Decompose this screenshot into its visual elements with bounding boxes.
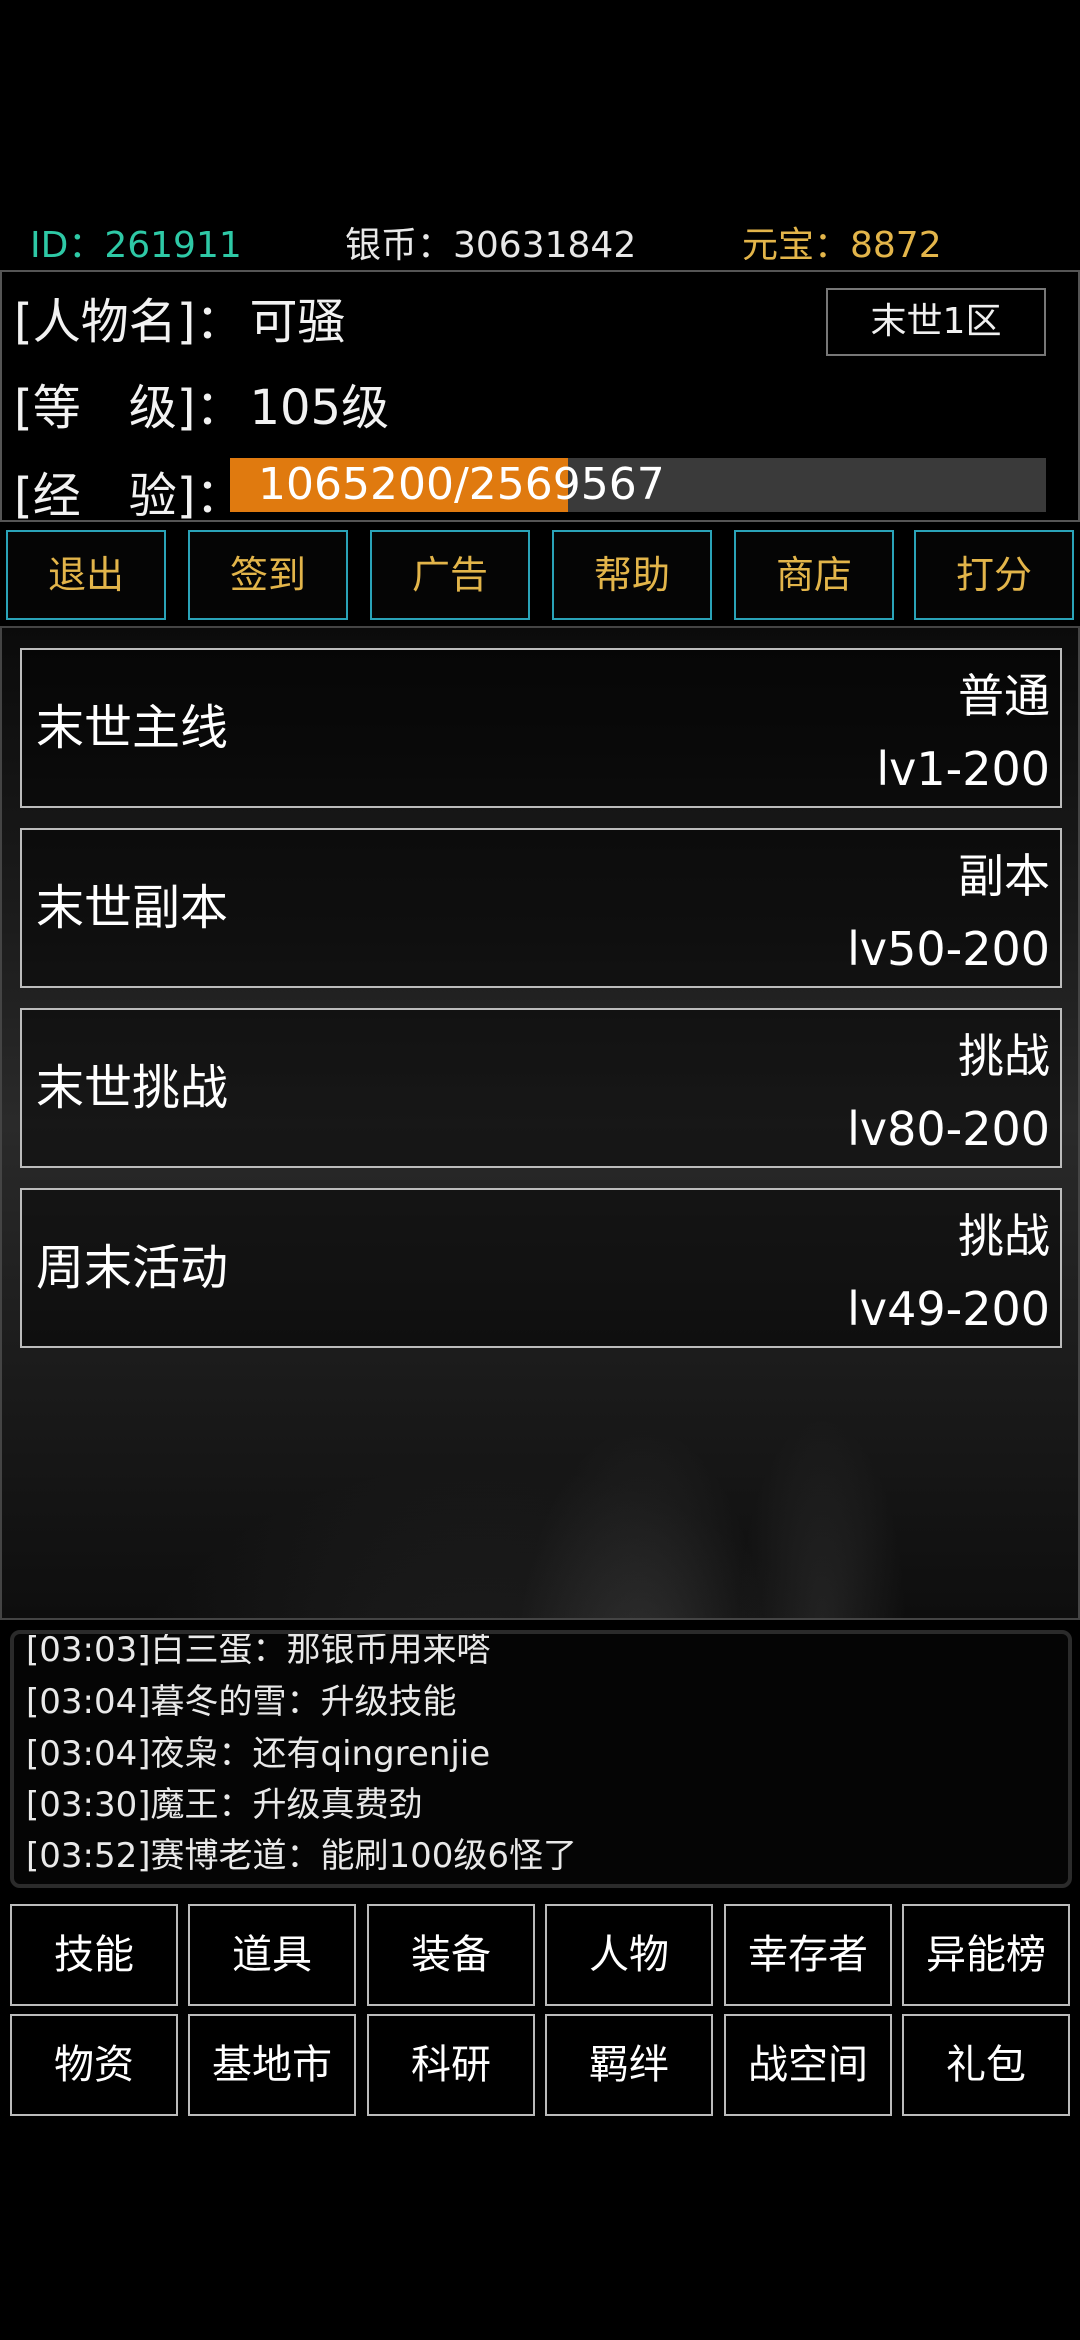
mode-type: 普通 [958, 669, 1050, 723]
mode-level-range: lv80-200 [847, 1102, 1050, 1156]
chat-message: [03:04]暮冬的雪：升级技能 [26, 1682, 457, 1722]
supplies-button[interactable]: 物资 [10, 2014, 178, 2116]
ad-button[interactable]: 广告 [370, 530, 530, 620]
battle-space-button[interactable]: 战空间 [724, 2014, 892, 2116]
gift-pack-button[interactable]: 礼包 [902, 2014, 1070, 2116]
mode-title: 末世主线 [36, 700, 229, 756]
gold-ingots: 元宝：8872 [742, 225, 942, 266]
game-mode-area: 末世主线 普通 lv1-200 末世副本 副本 lv50-200 末世挑战 挑战 lv80-20… [0, 626, 1080, 1620]
ability-rank-button[interactable]: 异能榜 [902, 1904, 1070, 2006]
mode-level-range: lv1-200 [876, 742, 1050, 796]
help-button[interactable]: 帮助 [552, 530, 712, 620]
mode-card[interactable]: 周末活动 挑战 lv49-200 [20, 1188, 1062, 1348]
mode-card[interactable]: 末世主线 普通 lv1-200 [20, 648, 1062, 808]
chat-message: [03:30]魔王：升级真费劲 [26, 1785, 423, 1825]
exp-text: 1065200/2569567 [258, 459, 665, 510]
exp-bar: 1065200/2569567 [230, 458, 1046, 512]
server-button[interactable]: 末世1区 [826, 288, 1046, 356]
base-market-button[interactable]: 基地市 [188, 2014, 356, 2116]
rate-button[interactable]: 打分 [914, 530, 1074, 620]
shop-button[interactable]: 商店 [734, 530, 894, 620]
character-level-row: [等 级]： 105级 [14, 368, 389, 438]
chat-message: [03:03]白三蛋：那银币用来嗒 [26, 1630, 491, 1670]
character-panel: [人物名]： 可骚 [等 级]： 105级 [经 验]： 末世1区 1065200/… [0, 270, 1080, 524]
level-value: 105级 [249, 380, 390, 436]
level-label: [等 级]： [14, 380, 244, 436]
mode-title: 末世挑战 [36, 1060, 229, 1116]
mode-level-range: lv50-200 [847, 922, 1050, 976]
mode-type: 副本 [958, 849, 1050, 903]
character-name-row: [人物名]： 可骚 [14, 282, 345, 352]
survivors-button[interactable]: 幸存者 [724, 1904, 892, 2006]
mode-type: 挑战 [958, 1029, 1050, 1083]
research-button[interactable]: 科研 [367, 2014, 535, 2116]
player-id: ID：261911 [30, 225, 242, 266]
bonds-button[interactable]: 羁绊 [545, 2014, 713, 2116]
mode-card[interactable]: 末世副本 副本 lv50-200 [20, 828, 1062, 988]
character-exp-row: [经 验]： [14, 456, 243, 526]
equipment-button[interactable]: 装备 [367, 1904, 535, 2006]
exp-label: [经 验]： [14, 468, 244, 524]
mode-title: 周末活动 [36, 1240, 229, 1296]
name-label: [人物名]： [14, 294, 244, 350]
signin-button[interactable]: 签到 [188, 530, 348, 620]
mode-type: 挑战 [958, 1209, 1050, 1263]
skills-button[interactable]: 技能 [10, 1904, 178, 2006]
mode-title: 末世副本 [36, 880, 229, 936]
status-row: ID：261911 银币：30631842 元宝：8872 [0, 216, 1080, 268]
action-bar: 退出 签到 广告 帮助 商店 打分 [0, 530, 1080, 620]
character-button[interactable]: 人物 [545, 1904, 713, 2006]
name-value: 可骚 [249, 294, 346, 350]
chat-message: [03:52]赛博老道：能刷100级6怪了 [26, 1836, 578, 1876]
chat-message: [03:04]夜枭：还有qingrenjie [26, 1734, 491, 1774]
silver-coins: 银币：30631842 [345, 225, 637, 266]
mode-level-range: lv49-200 [847, 1282, 1050, 1336]
exit-button[interactable]: 退出 [6, 530, 166, 620]
mode-card[interactable]: 末世挑战 挑战 lv80-200 [20, 1008, 1062, 1168]
chat-log[interactable]: [03:03]白三蛋：那银币用来嗒 [03:04]暮冬的雪：升级技能 [03:04]… [10, 1630, 1072, 1888]
items-button[interactable]: 道具 [188, 1904, 356, 2006]
